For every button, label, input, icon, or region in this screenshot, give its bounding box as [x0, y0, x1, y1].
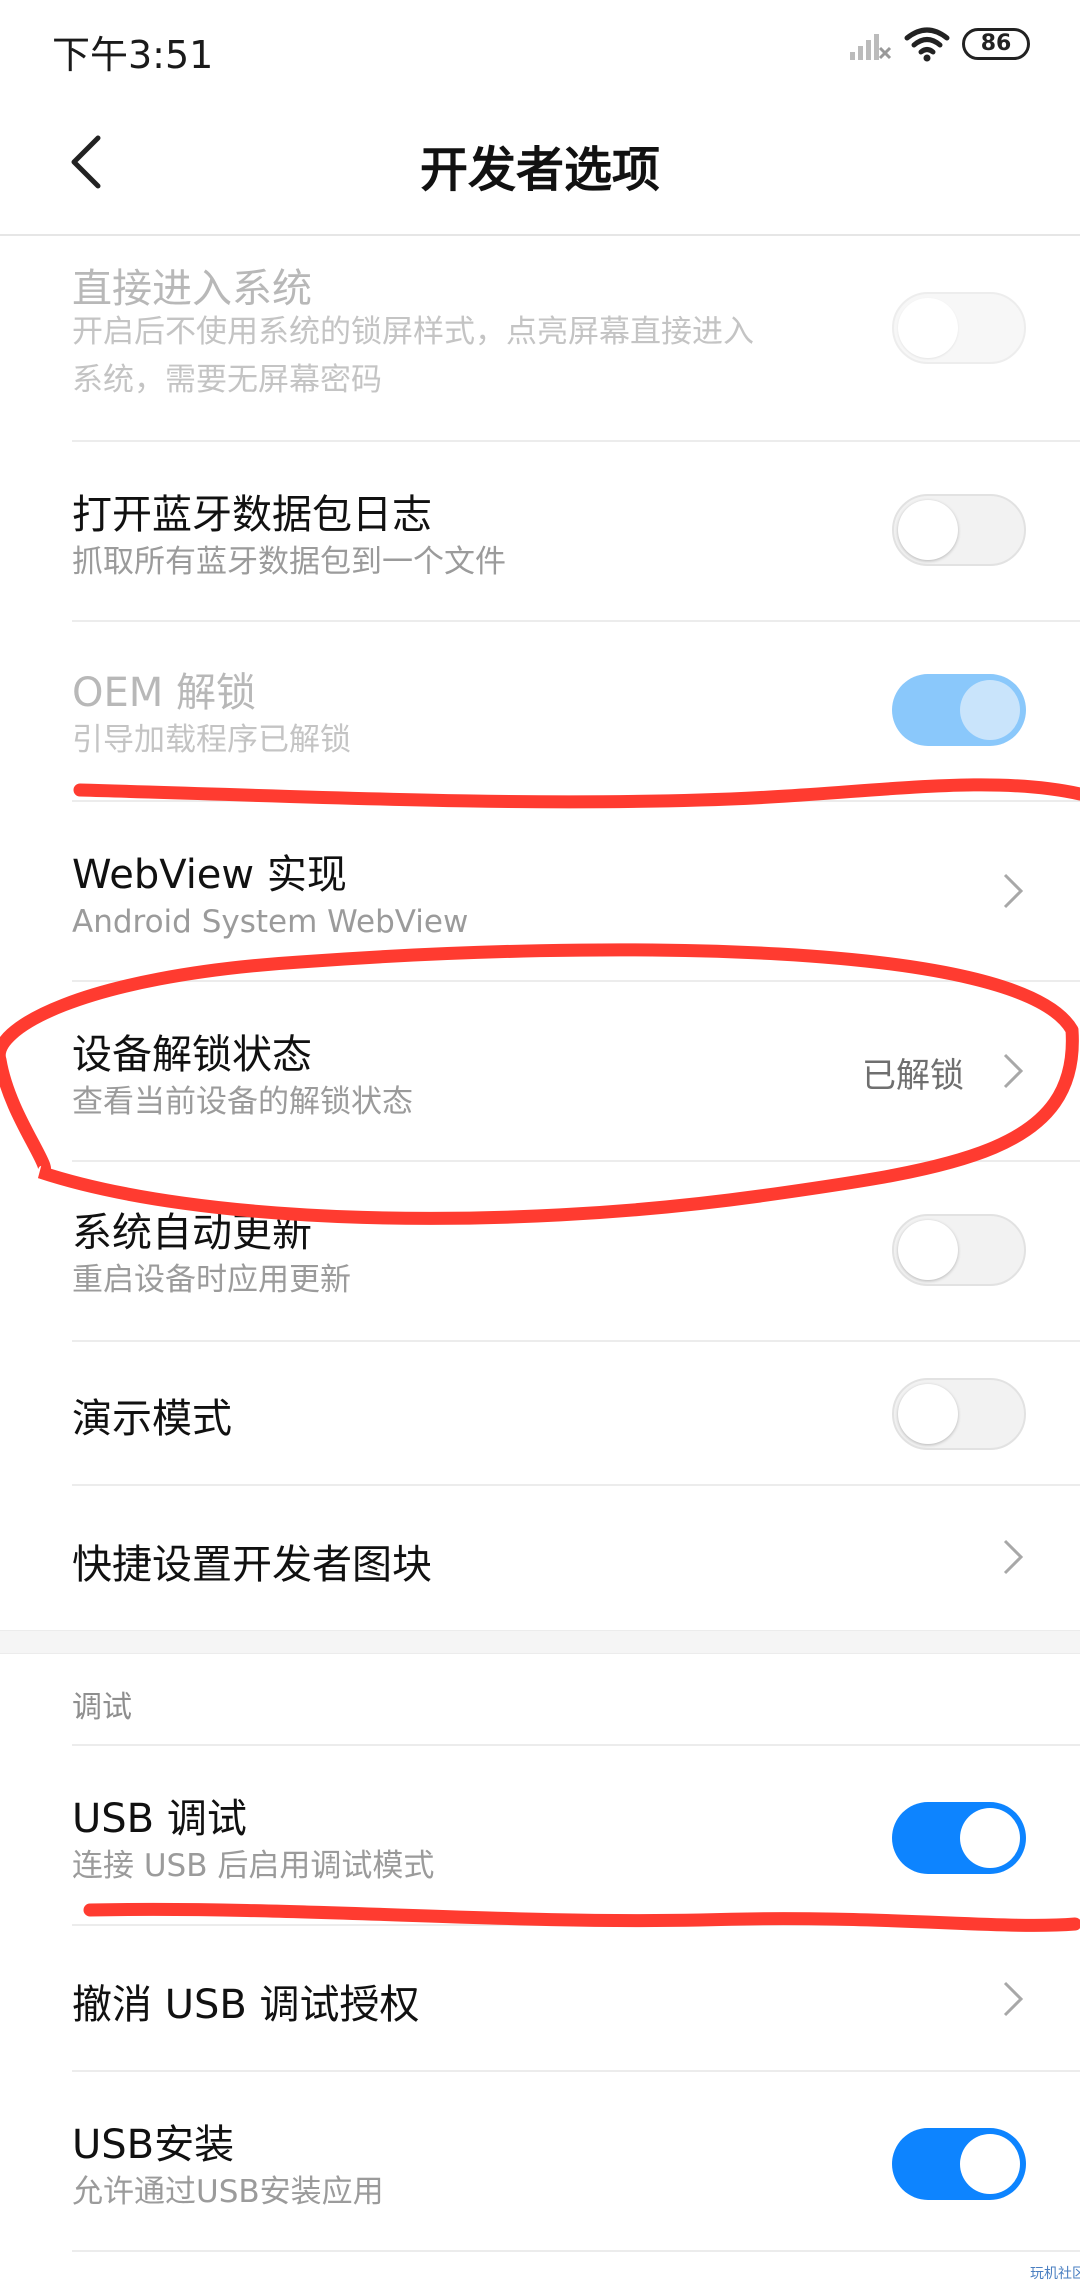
status-bar: 下午3:51 86: [0, 0, 1080, 90]
toggle-switch[interactable]: [892, 2128, 1026, 2200]
setting-title: OEM 解锁: [72, 670, 256, 716]
toggle-switch[interactable]: [892, 1378, 1026, 1450]
setting-title: USB 调试: [72, 1796, 247, 1842]
toggle-knob: [898, 298, 958, 358]
setting-subtitle: 抓取所有蓝牙数据包到一个文件: [72, 544, 506, 580]
setting-device-unlock-status[interactable]: 设备解锁状态 查看当前设备的解锁状态 已解锁: [0, 982, 1080, 1160]
setting-subtitle: 允许通过USB安装应用: [72, 2174, 384, 2210]
toggle-knob: [960, 1808, 1020, 1868]
chevron-right-icon: [1003, 1053, 1024, 1089]
setting-title: 演示模式: [72, 1396, 232, 1442]
toggle-knob: [898, 1384, 958, 1444]
toggle-knob: [960, 2134, 1020, 2194]
cellular-no-signal-icon: [850, 34, 892, 60]
setting-title: 快捷设置开发者图块: [72, 1542, 432, 1588]
status-time: 下午3:51: [52, 33, 214, 77]
setting-title: WebView 实现: [72, 852, 347, 898]
toggle-switch[interactable]: [892, 1802, 1026, 1874]
setting-title: 打开蓝牙数据包日志: [72, 492, 432, 538]
section-label-debug: 调试: [72, 1690, 132, 1725]
divider: [72, 2250, 1080, 2252]
toggle-knob: [960, 680, 1020, 740]
wifi-icon: [904, 27, 950, 62]
setting-demo-mode[interactable]: 演示模式: [0, 1342, 1080, 1484]
chevron-right-icon: [1003, 1539, 1024, 1575]
app-header: 开发者选项: [0, 90, 1080, 235]
toggle-switch[interactable]: [892, 1214, 1026, 1286]
setting-subtitle: 开启后不使用系统的锁屏样式，点亮屏幕直接进入: [72, 314, 754, 350]
watermark: 玩机社区: [1030, 2266, 1080, 2282]
setting-revoke-usb-auth[interactable]: 撤消 USB 调试授权: [0, 1926, 1080, 2070]
setting-subtitle: 引导加载程序已解锁: [72, 722, 351, 758]
setting-system-auto-update[interactable]: 系统自动更新 重启设备时应用更新: [0, 1162, 1080, 1340]
toggle-knob: [898, 500, 958, 560]
toggle-knob: [898, 1220, 958, 1280]
setting-direct-enter-system[interactable]: 直接进入系统 开启后不使用系统的锁屏样式，点亮屏幕直接进入 系统，需要无屏幕密码: [0, 236, 1080, 440]
setting-title: 系统自动更新: [72, 1210, 312, 1256]
chevron-right-icon: [1003, 873, 1024, 909]
setting-title: 设备解锁状态: [72, 1032, 312, 1078]
setting-usb-install[interactable]: USB安装 允许通过USB安装应用: [0, 2072, 1080, 2250]
unlock-status-value: 已解锁: [862, 1056, 964, 1096]
battery-indicator: 86: [962, 28, 1030, 60]
toggle-switch[interactable]: [892, 494, 1026, 566]
setting-subtitle: 重启设备时应用更新: [72, 1262, 351, 1298]
setting-bluetooth-hci-log[interactable]: 打开蓝牙数据包日志 抓取所有蓝牙数据包到一个文件: [0, 442, 1080, 620]
setting-subtitle: 查看当前设备的解锁状态: [72, 1084, 413, 1120]
setting-quick-settings-tiles[interactable]: 快捷设置开发者图块: [0, 1486, 1080, 1630]
toggle-switch[interactable]: [892, 292, 1026, 364]
setting-title: 撤消 USB 调试授权: [72, 1982, 420, 2028]
chevron-right-icon: [1003, 1981, 1024, 2017]
setting-title: USB安装: [72, 2122, 235, 2168]
page-title: 开发者选项: [419, 142, 660, 198]
section-separator: [0, 1630, 1080, 1654]
setting-subtitle: Android System WebView: [72, 904, 469, 940]
setting-webview-implementation[interactable]: WebView 实现 Android System WebView: [0, 802, 1080, 980]
toggle-switch[interactable]: [892, 674, 1026, 746]
setting-title: 直接进入系统: [72, 266, 312, 312]
setting-subtitle: 系统，需要无屏幕密码: [72, 362, 382, 398]
setting-subtitle: 连接 USB 后启用调试模式: [72, 1848, 435, 1884]
setting-oem-unlock[interactable]: OEM 解锁 引导加载程序已解锁: [0, 622, 1080, 800]
setting-usb-debugging[interactable]: USB 调试 连接 USB 后启用调试模式: [0, 1746, 1080, 1924]
